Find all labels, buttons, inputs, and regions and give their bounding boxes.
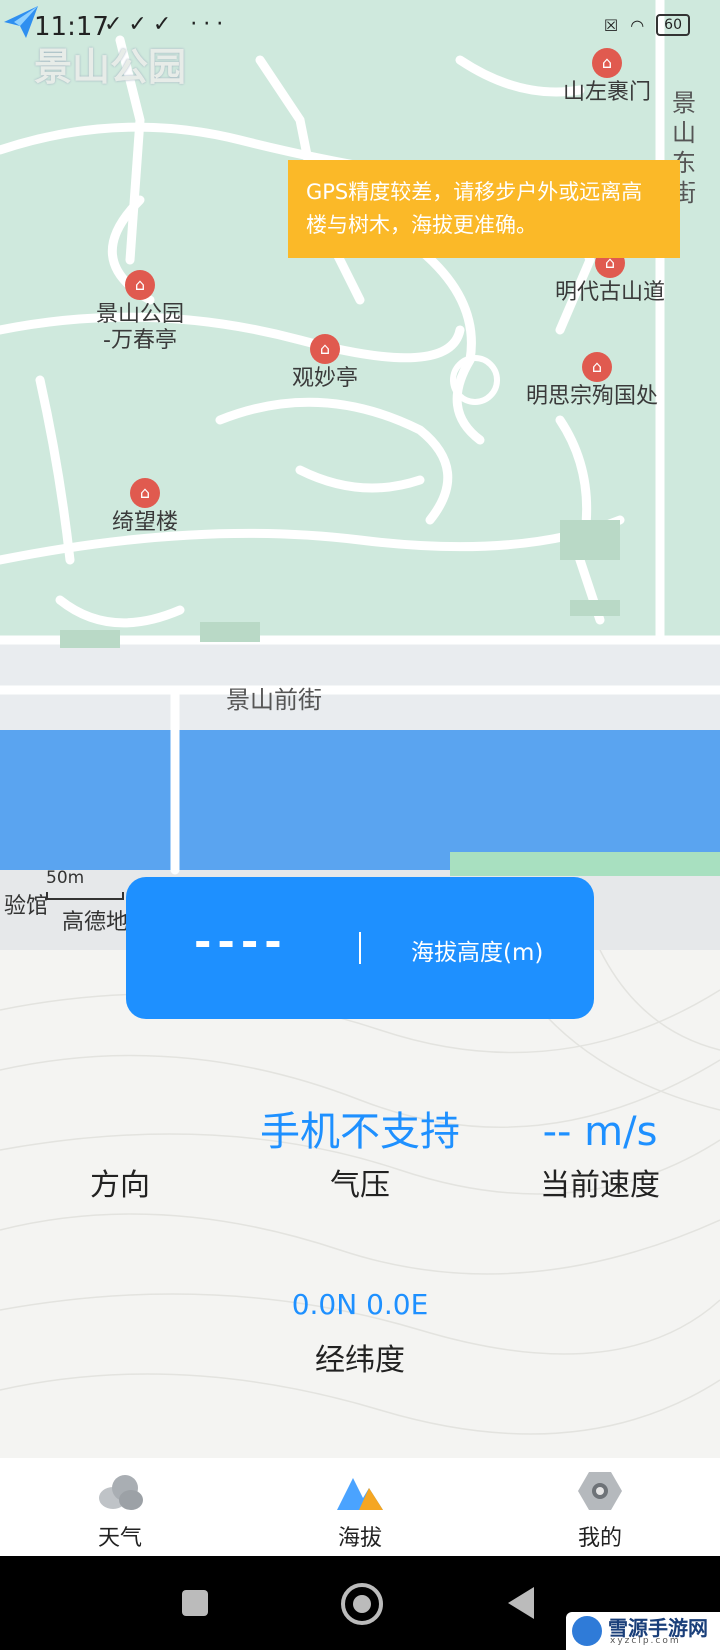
watermark-subtitle: xyzclp.com — [610, 1636, 681, 1646]
status-bar: 11:17 ✓✓✓ ··· ☒ ◠ 60 — [0, 0, 720, 50]
poi-label: 景山公园 -万春亭 — [95, 302, 184, 353]
temple-pin-icon: ⌂ — [582, 352, 612, 382]
pressure-value: 手机不支持 — [260, 1109, 460, 1155]
battery-icon: 60 — [656, 14, 690, 36]
map-view[interactable]: 景山公园 ⌂ 景山公园 -万春亭 ⌂ 观妙亭 ⌂ 绮望楼 ⌂ 明代古山道 ⌂ 明… — [0, 0, 720, 950]
map-scale-label: 50m — [46, 868, 85, 888]
speed-value: -- m/s — [542, 1109, 658, 1155]
hexagon-icon — [575, 1468, 625, 1514]
poi-label: 观妙亭 — [291, 366, 358, 391]
coordinates-stat: 0.0N 0.0E 经纬度 — [240, 1288, 480, 1379]
poi-guanmiaoting[interactable]: ⌂ 观妙亭 — [280, 334, 370, 392]
wifi-icon: ◠ — [630, 15, 645, 35]
map-scale-bar — [46, 892, 124, 900]
temple-pin-icon: ⌂ — [592, 48, 622, 78]
altitude-card: ---- 海拔高度(m) — [126, 877, 594, 1019]
poi-label: 山左裹门 — [562, 80, 651, 105]
notification-icons: ✓✓✓ ··· — [104, 12, 230, 37]
temple-pin-icon: ⌂ — [310, 334, 340, 364]
tab-weather[interactable]: 天气 — [0, 1468, 240, 1552]
tab-weather-label: 天气 — [97, 1526, 142, 1551]
poi-mingsizong[interactable]: ⌂ 明思宗殉国处 — [512, 352, 672, 410]
poi-shanzuo[interactable]: ⌂ 山左裹门 — [552, 48, 662, 106]
cloud-icon — [95, 1468, 145, 1514]
home-button[interactable] — [341, 1583, 383, 1625]
topographic-background — [0, 949, 720, 1435]
coordinates-value: 0.0N 0.0E — [291, 1288, 429, 1321]
tab-mine[interactable]: 我的 — [480, 1468, 720, 1552]
speed-label: 当前速度 — [540, 1168, 660, 1203]
altitude-divider — [359, 932, 361, 964]
tab-altitude-label: 海拔 — [337, 1526, 382, 1551]
watermark-logo-icon — [572, 1616, 602, 1646]
direction-stat: 方向 — [0, 1104, 240, 1204]
sim-icon: ☒ — [603, 15, 619, 35]
back-button[interactable] — [508, 1587, 534, 1619]
edge-poi-label: 验馆 — [4, 894, 49, 919]
recents-button[interactable] — [182, 1590, 208, 1616]
pressure-stat: 手机不支持 气压 — [240, 1104, 480, 1204]
coordinates-label: 经纬度 — [315, 1343, 405, 1378]
direction-value — [0, 1104, 240, 1160]
direction-label: 方向 — [90, 1168, 150, 1203]
tab-altitude[interactable]: 海拔 — [240, 1468, 480, 1552]
altitude-value: ---- — [194, 917, 288, 966]
status-time: 11:17 — [34, 12, 109, 42]
temple-pin-icon: ⌂ — [125, 270, 155, 300]
tab-mine-label: 我的 — [577, 1526, 622, 1551]
poi-label: 明思宗殉国处 — [525, 384, 658, 409]
speed-stat: -- m/s 当前速度 — [480, 1104, 720, 1204]
poi-label: 绮望楼 — [111, 510, 178, 535]
bottom-tab-bar: 天气 海拔 我的 — [0, 1458, 720, 1556]
mountain-icon — [335, 1468, 385, 1514]
map-roads — [0, 0, 720, 950]
poi-wanchunting[interactable]: ⌂ 景山公园 -万春亭 — [90, 270, 190, 354]
altitude-label: 海拔高度(m) — [411, 940, 544, 966]
info-panel — [0, 949, 720, 1458]
road-label: 景山前街 — [226, 686, 322, 714]
poi-qiwanglou[interactable]: ⌂ 绮望楼 — [100, 478, 190, 536]
watermark: 雪源手游网 xyzclp.com — [566, 1612, 720, 1650]
temple-pin-icon: ⌂ — [130, 478, 160, 508]
pressure-label: 气压 — [330, 1168, 390, 1203]
poi-label: 明代古山道 — [554, 280, 665, 305]
amap-logo-text: 高德地 — [62, 910, 129, 935]
gps-warning-banner: GPS精度较差，请移步户外或远离高楼与树木，海拔更准确。 — [288, 160, 680, 258]
